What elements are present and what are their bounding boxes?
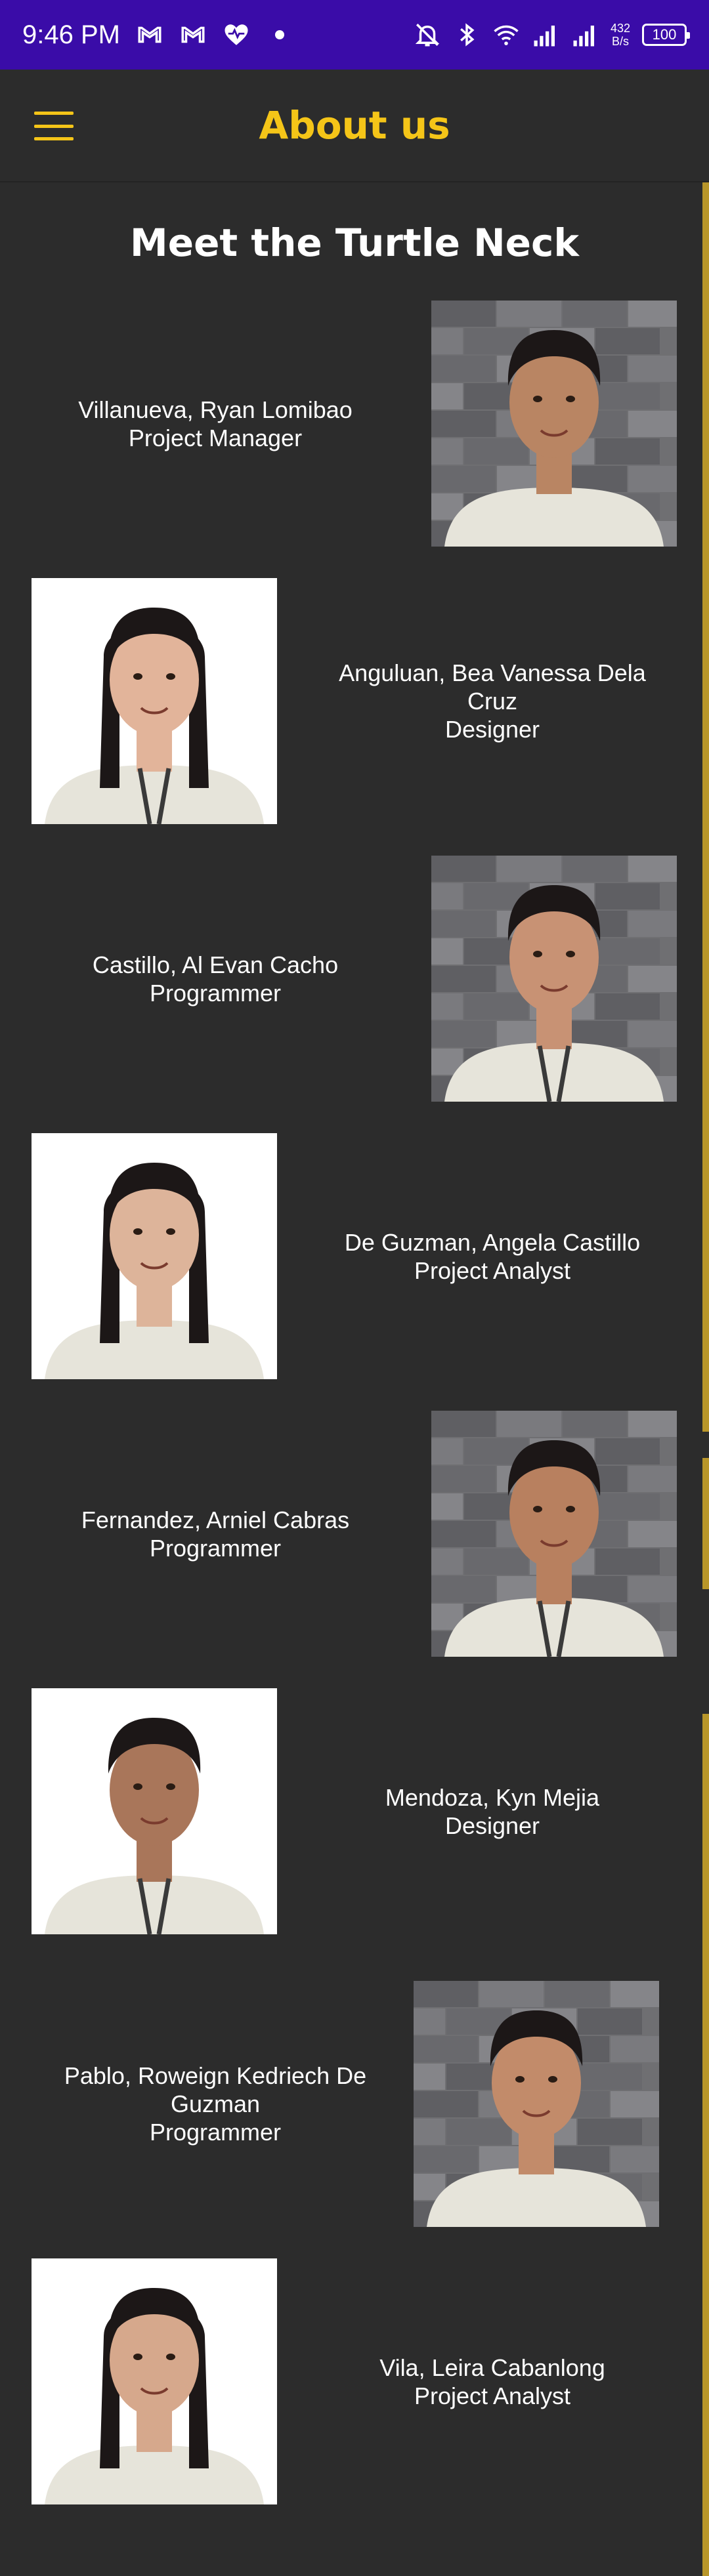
member-role: Project Analyst (414, 1257, 571, 1284)
gmail-icon (179, 21, 207, 49)
member-info: Fernandez, Arniel Cabras Programmer (51, 1411, 379, 1657)
app-bar: About us (0, 70, 709, 182)
page-title: About us (259, 103, 450, 148)
portrait-image (431, 856, 677, 1102)
member-role: Project Analyst (414, 2382, 571, 2409)
member-role: Programmer (149, 2119, 282, 2146)
member-role: Project Manager (128, 424, 303, 451)
network-speed: 432 B/s (611, 22, 630, 48)
status-time: 9:46 PM (22, 20, 120, 49)
portrait-image (32, 1133, 277, 1379)
member-name: Castillo, Al Evan Cacho (92, 951, 339, 978)
gmail-icon (136, 21, 163, 49)
health-heart-icon (223, 21, 250, 49)
member-photo (431, 301, 677, 547)
team-member-card: Vila, Leira Cabanlong Project Analyst (0, 2258, 701, 2504)
member-name: Pablo, Roweign Kedriech De Guzman (64, 2062, 367, 2117)
portrait-image (32, 2258, 277, 2504)
member-photo (32, 578, 277, 824)
member-name: Anguluan, Bea Vanessa Dela Cruz (339, 659, 646, 715)
wifi-icon (492, 21, 520, 49)
member-role: Programmer (149, 979, 282, 1007)
member-role: Designer (444, 1812, 540, 1839)
team-member-card: Villanueva, Ryan Lomibao Project Manager (0, 301, 701, 547)
member-role: Designer (444, 716, 540, 743)
team-heading: Meet the Turtle Neck (130, 220, 579, 265)
team-member-card: De Guzman, Angela Castillo Project Analys… (0, 1133, 701, 1379)
status-bar: 9:46 PM 432 B/s 100 (0, 0, 709, 70)
member-name: Mendoza, Kyn Mejia (385, 1783, 600, 1811)
portrait-image (431, 301, 677, 547)
member-photo (32, 2258, 277, 2504)
member-photo (414, 1981, 659, 2227)
team-member-card: Anguluan, Bea Vanessa Dela Cruz Designer (0, 578, 701, 824)
battery-indicator: 100 (642, 24, 690, 46)
member-info: Vila, Leira Cabanlong Project Analyst (328, 2258, 656, 2504)
member-name: De Guzman, Angela Castillo (344, 1228, 641, 1256)
member-photo (32, 1688, 277, 1934)
dot-icon (266, 21, 293, 49)
portrait-image (32, 578, 277, 824)
team-member-card: Pablo, Roweign Kedriech De Guzman Program… (0, 1981, 701, 2227)
member-name: Fernandez, Arniel Cabras (81, 1506, 350, 1533)
signal-icon (571, 21, 599, 49)
member-role: Programmer (149, 1534, 282, 1562)
member-info: De Guzman, Angela Castillo Project Analys… (328, 1133, 656, 1379)
portrait-image (414, 1981, 659, 2227)
member-photo (431, 1411, 677, 1657)
team-member-card: Mendoza, Kyn Mejia Designer (0, 1688, 701, 1934)
network-speed-value: 432 (610, 22, 630, 35)
team-member-card: Fernandez, Arniel Cabras Programmer (0, 1411, 701, 1657)
member-name: Villanueva, Ryan Lomibao (78, 396, 353, 423)
bell-off-icon (414, 21, 441, 49)
about-content: Meet the Turtle Neck Villanueva, Ryan Lo… (0, 182, 701, 2576)
team-member-card: Castillo, Al Evan Cacho Programmer (0, 856, 701, 1102)
portrait-image (32, 1688, 277, 1934)
signal-icon (532, 21, 559, 49)
network-speed-unit: B/s (611, 35, 629, 48)
portrait-image (431, 1411, 677, 1657)
member-photo (431, 856, 677, 1102)
member-photo (32, 1133, 277, 1379)
hamburger-menu-icon[interactable] (34, 112, 74, 140)
bluetooth-icon (453, 21, 481, 49)
member-info: Anguluan, Bea Vanessa Dela Cruz Designer (328, 578, 656, 824)
member-name: Vila, Leira Cabanlong (379, 2354, 605, 2381)
member-info: Castillo, Al Evan Cacho Programmer (51, 856, 379, 1102)
member-info: Mendoza, Kyn Mejia Designer (328, 1688, 656, 1934)
member-info: Villanueva, Ryan Lomibao Project Manager (51, 301, 379, 547)
scrollbar[interactable] (701, 182, 709, 2576)
member-info: Pablo, Roweign Kedriech De Guzman Program… (51, 1981, 379, 2227)
